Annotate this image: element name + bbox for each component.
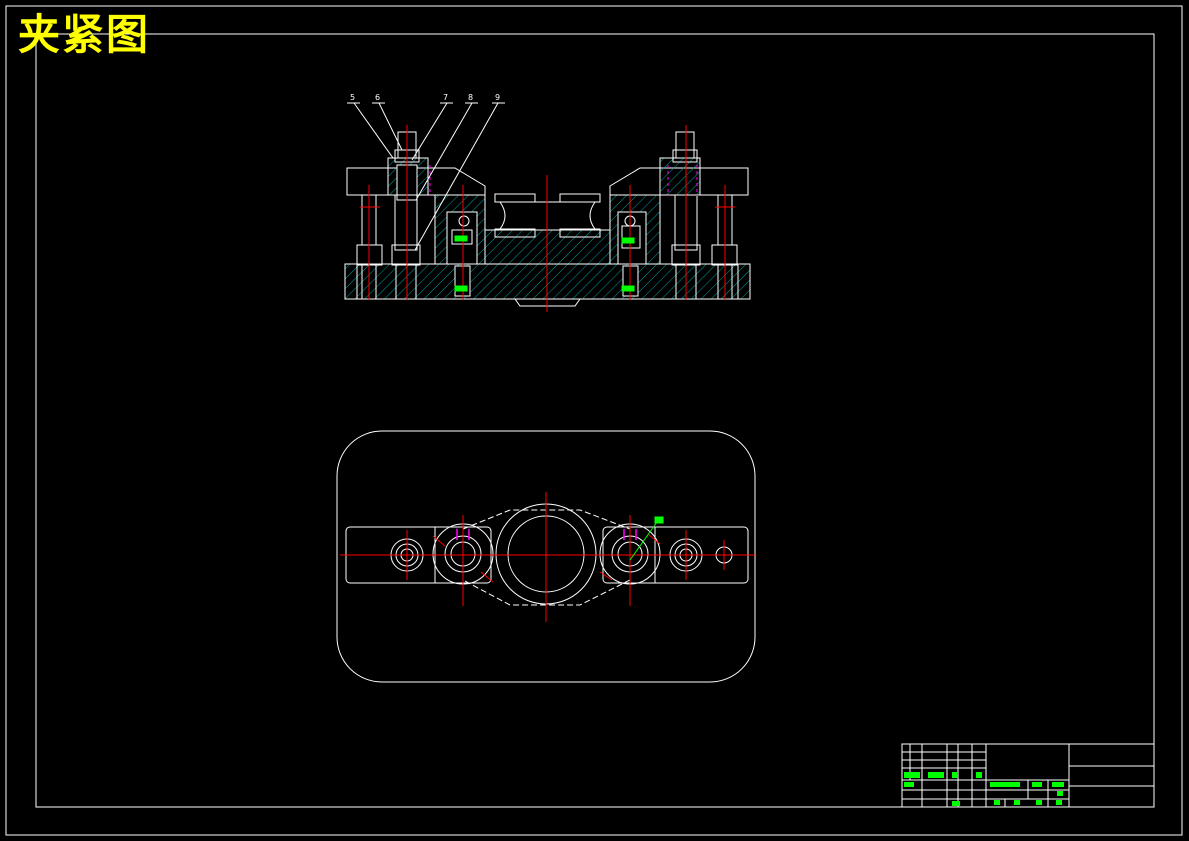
top-annotation xyxy=(629,516,664,561)
part-label-5: 5 xyxy=(350,93,355,102)
top-centerlines xyxy=(340,492,755,622)
part-labels: 5 6 7 8 9 xyxy=(350,93,500,102)
cad-drawing: 5 6 7 8 9 xyxy=(5,5,1183,836)
part-label-8: 8 xyxy=(468,93,473,102)
part-label-9: 9 xyxy=(495,93,500,102)
part-label-7: 7 xyxy=(443,93,448,102)
drawing-title: 夹紧图 xyxy=(18,10,151,59)
title-block-marks xyxy=(904,772,1064,806)
inner-border xyxy=(35,33,1155,808)
hidden-lines xyxy=(429,165,698,196)
part-label-6: 6 xyxy=(375,93,380,102)
outer-border xyxy=(5,5,1183,836)
